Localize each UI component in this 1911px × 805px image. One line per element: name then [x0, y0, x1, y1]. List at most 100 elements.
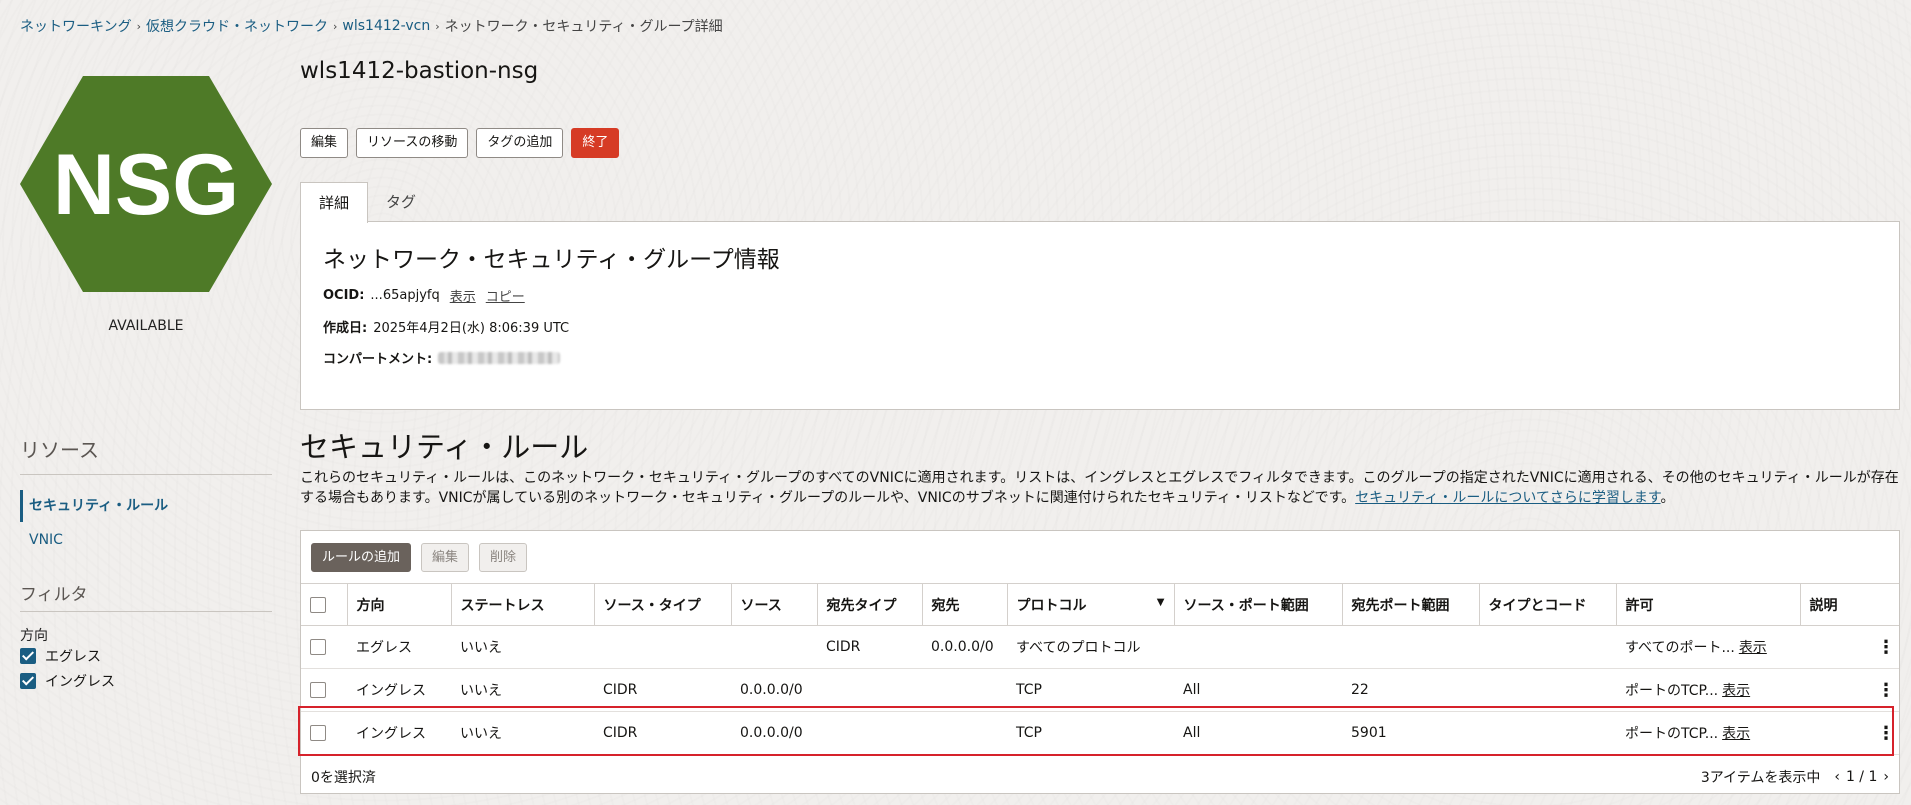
cell-allows: すべてのポート... 表示 [1616, 625, 1800, 669]
compartment-value-redacted [438, 351, 561, 364]
tab-tags[interactable]: タグ [368, 182, 434, 222]
cell-dest [922, 668, 1007, 712]
filter-ingress-label: イングレス [45, 674, 115, 690]
item-count: 3アイテムを表示中 [1700, 770, 1821, 786]
allows-show-link[interactable]: 表示 [1739, 640, 1767, 656]
filter-egress-checkbox[interactable]: エグレス [20, 646, 101, 666]
breadcrumb-current: ネットワーク・セキュリティ・グループ詳細 [444, 19, 723, 35]
col-type-code[interactable]: タイプとコード [1479, 583, 1617, 626]
col-allows[interactable]: 許可 [1616, 583, 1801, 626]
cell-type-code [1479, 668, 1616, 712]
compartment-label: コンパートメント: [323, 352, 433, 367]
col-source-port[interactable]: ソース・ポート範囲 [1174, 583, 1343, 626]
select-all-checkbox[interactable] [310, 596, 326, 613]
cell-direction: イングレス [347, 711, 451, 755]
ocid-copy-link[interactable]: コピー [486, 286, 525, 305]
sort-desc-icon[interactable]: ▼ [1157, 597, 1165, 608]
terminate-button[interactable]: 終了 [571, 128, 620, 158]
row-checkbox[interactable] [310, 725, 326, 741]
cell-source-port: All [1174, 668, 1342, 712]
compartment-row: コンパートメント: [323, 348, 561, 367]
delete-rule-button[interactable]: 削除 [479, 543, 528, 572]
sidebar-item-vnic[interactable]: VNIC [29, 532, 63, 548]
breadcrumb-separator: › [333, 19, 338, 33]
cell-dest-type [817, 711, 922, 755]
move-resource-button[interactable]: リソースの移動 [356, 128, 469, 158]
prev-page-icon[interactable]: ‹ [1834, 769, 1840, 785]
cell-dest-port: 5901 [1342, 711, 1479, 755]
divider [20, 611, 272, 612]
col-dest-type[interactable]: 宛先タイプ [817, 583, 923, 626]
tab-details[interactable]: 詳細 [300, 182, 369, 223]
row-select-cell [301, 668, 347, 712]
cell-direction: イングレス [347, 668, 451, 712]
checkbox-checked-icon[interactable] [20, 648, 36, 664]
tab-bar: 詳細 タグ [300, 182, 434, 223]
col-direction[interactable]: 方向 [347, 583, 452, 626]
page-title: wls1412-bastion-nsg [300, 58, 539, 84]
ocid-show-link[interactable]: 表示 [450, 286, 476, 305]
cell-source-port: All [1174, 711, 1342, 755]
breadcrumb-vcn-list[interactable]: 仮想クラウド・ネットワーク [146, 16, 328, 36]
ocid-label: OCID: [323, 288, 365, 303]
ocid-value: ...65apjyfq [370, 288, 440, 303]
col-dest-port[interactable]: 宛先ポート範囲 [1342, 583, 1480, 626]
filter-ingress-checkbox[interactable]: イングレス [20, 671, 115, 691]
col-protocol-label: プロトコル [1016, 597, 1087, 614]
created-label: 作成日: [323, 321, 368, 336]
allows-text: ポートのTCP... [1625, 683, 1719, 699]
rules-table: 方向 ステートレス ソース・タイプ ソース 宛先タイプ 宛先 プロトコル ▼ ソー… [301, 583, 1899, 755]
cell-source-port [1174, 625, 1342, 669]
breadcrumb-networking[interactable]: ネットワーキング [20, 16, 132, 36]
allows-show-link[interactable]: 表示 [1722, 726, 1750, 742]
row-actions-menu-icon[interactable]: ⋮ [1800, 668, 1899, 712]
divider [20, 474, 272, 475]
nsg-hexagon-icon: NSG [20, 76, 272, 292]
cell-stateless: いいえ [451, 668, 594, 712]
cell-protocol: TCP [1007, 668, 1174, 712]
cell-source-type: CIDR [594, 711, 731, 755]
row-checkbox[interactable] [310, 639, 326, 655]
security-rules-heading: セキュリティ・ルール [300, 430, 589, 464]
col-source-type[interactable]: ソース・タイプ [594, 583, 732, 626]
col-source[interactable]: ソース [731, 583, 818, 626]
cell-source-type [594, 625, 731, 669]
checkbox-checked-icon[interactable] [20, 673, 36, 689]
row-actions-menu-icon[interactable]: ⋮ [1800, 625, 1899, 669]
next-page-icon[interactable]: › [1883, 769, 1889, 785]
cell-direction: エグレス [347, 625, 451, 669]
cell-source-type: CIDR [594, 668, 731, 712]
table-footer: 3アイテムを表示中 ‹ 1 / 1 › [1701, 767, 1889, 787]
cell-protocol: すべてのプロトコル [1007, 625, 1174, 669]
select-all-cell [301, 583, 348, 626]
edit-button[interactable]: 編集 [300, 128, 349, 158]
row-checkbox[interactable] [310, 682, 326, 698]
cell-dest-type [817, 668, 922, 712]
cell-dest: 0.0.0.0/0 [922, 625, 1007, 669]
security-rules-description: これらのセキュリティ・ルールは、このネットワーク・セキュリティ・グループのすべて… [300, 468, 1900, 508]
allows-text: ポートのTCP... [1625, 726, 1719, 742]
col-dest[interactable]: 宛先 [922, 583, 1008, 626]
edit-rule-button[interactable]: 編集 [421, 543, 470, 572]
col-description[interactable]: 説明 [1800, 583, 1899, 626]
col-protocol[interactable]: プロトコル ▼ [1007, 583, 1175, 626]
breadcrumb-separator: › [435, 19, 440, 33]
allows-show-link[interactable]: 表示 [1722, 683, 1750, 699]
action-bar: 編集 リソースの移動 タグの追加 終了 [300, 128, 620, 158]
cell-dest-type: CIDR [817, 625, 922, 669]
cell-type-code [1479, 711, 1616, 755]
row-actions-menu-icon[interactable]: ⋮ [1800, 711, 1899, 755]
add-tags-button[interactable]: タグの追加 [476, 128, 564, 158]
cell-stateless: いいえ [451, 625, 594, 669]
filter-egress-label: エグレス [45, 649, 101, 665]
cell-stateless: いいえ [451, 711, 594, 755]
breadcrumb-vcn[interactable]: wls1412-vcn [342, 18, 430, 34]
rules-table-panel: ルールの追加 編集 削除 方向 ステートレス ソース・タイプ ソース 宛先タイプ… [300, 530, 1900, 794]
description-tail: 。 [1660, 490, 1675, 506]
learn-more-link[interactable]: セキュリティ・ルールについてさらに学習します [1355, 490, 1660, 506]
col-stateless[interactable]: ステートレス [451, 583, 595, 626]
sidebar-item-security-rules[interactable]: セキュリティ・ルール [20, 490, 272, 522]
cell-dest [922, 711, 1007, 755]
logo-text: NSG [53, 137, 239, 233]
add-rule-button[interactable]: ルールの追加 [311, 543, 412, 572]
